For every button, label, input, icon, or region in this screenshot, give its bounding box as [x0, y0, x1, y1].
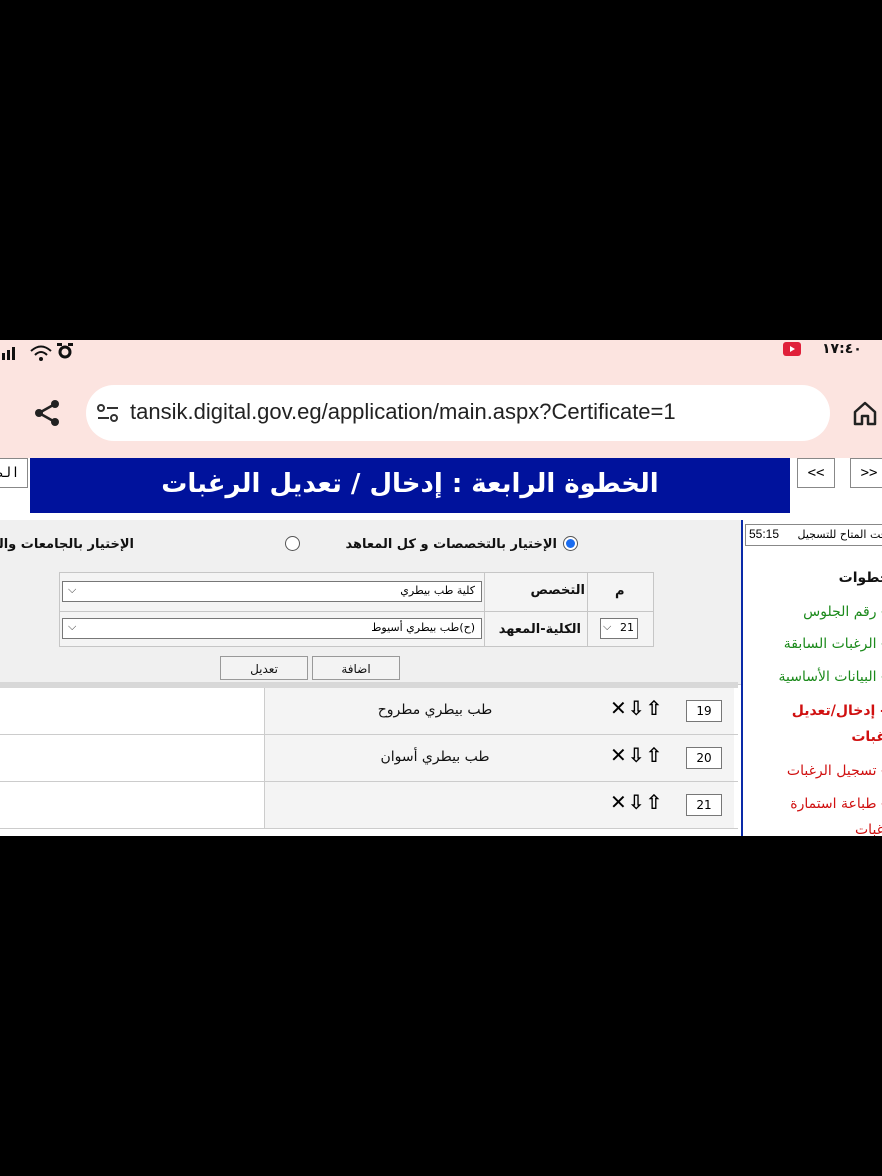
- step-seat-number[interactable]: - رقم الجلوس: [803, 604, 882, 620]
- radio-by-specialization-label[interactable]: الإختيار بالتخصصات و كل المعاهد: [345, 537, 557, 552]
- wish-name: [264, 782, 606, 828]
- radio-by-university[interactable]: [285, 536, 300, 551]
- delete-move-icons[interactable]: ✕⇩⇧: [610, 696, 663, 720]
- prev-button[interactable]: <<: [797, 458, 835, 488]
- specialization-selected-value: كلية طب بيطري: [400, 584, 475, 597]
- row-controls: ✕⇩⇧: [604, 782, 679, 828]
- timer-label: قت المتاح للتسجيل: [797, 528, 882, 541]
- row-divider: [0, 828, 738, 829]
- wifi-icon: [30, 344, 52, 362]
- faculty-header-cell: الكلية-المعهد: [484, 611, 588, 647]
- faculty-header: الكلية-المعهد: [498, 622, 581, 637]
- site-settings-icon[interactable]: [96, 403, 120, 423]
- specialization-select[interactable]: كلية طب بيطري ⌵: [62, 581, 482, 602]
- step-basic-data[interactable]: - البيانات الأساسية: [779, 669, 882, 685]
- row-number-cell: 21: [678, 782, 734, 828]
- row-number-cell: 20: [678, 735, 734, 781]
- chevron-down-icon: ⌵: [68, 620, 77, 633]
- edit-button[interactable]: تعديل: [220, 656, 308, 680]
- table-row: طب بيطري مطروح ✕⇩⇧ 19: [0, 688, 738, 734]
- steps-heading: خطوات: [838, 570, 882, 586]
- index-select-cell: 21 ⌵: [587, 611, 654, 647]
- table-row: ✕⇩⇧ 21: [0, 782, 738, 828]
- table-cell-empty: [0, 782, 264, 828]
- table-row: طب بيطري أسوان ✕⇩⇧ 20: [0, 735, 738, 781]
- delete-move-icons[interactable]: ✕⇩⇧: [610, 790, 663, 814]
- row-number: 20: [686, 747, 722, 769]
- row-controls: ✕⇩⇧: [604, 688, 679, 734]
- step-edit-wishes-line2[interactable]: رغبات: [851, 729, 882, 745]
- wish-entry-form: الإختيار بالتخصصات و كل المعاهد الإختيار…: [0, 520, 742, 685]
- clock-time: ١٧:٤٠: [822, 341, 862, 357]
- next-button[interactable]: >>: [850, 458, 882, 488]
- step-print-form[interactable]: - طباعة استمارة: [790, 796, 882, 812]
- step-edit-wishes[interactable]: - إدخال/تعديل: [792, 703, 882, 719]
- step-print-form-line2[interactable]: غبات: [855, 822, 882, 836]
- address-bar[interactable]: tansik.digital.gov.eg/application/main.a…: [86, 385, 830, 441]
- chevron-down-icon: ⌵: [68, 583, 77, 596]
- chevron-down-icon: ⌵: [603, 620, 612, 633]
- faculty-select[interactable]: (ح)طب بيطري أسيوط ⌵: [62, 618, 482, 639]
- faculty-select-cell: (ح)طب بيطري أسيوط ⌵: [59, 611, 485, 647]
- youtube-notification-icon: [783, 342, 801, 356]
- wish-name: طب بيطري مطروح: [264, 688, 606, 734]
- alarm-icon: [56, 342, 74, 360]
- radio-by-university-label[interactable]: الإختيار بالجامعات والمعاهد الجغرافية: [0, 537, 134, 552]
- wish-name: طب بيطري أسوان: [264, 735, 606, 781]
- wishes-table: طب بيطري مطروح ✕⇩⇧ 19 طب بيطري أسوان ✕⇩⇧…: [0, 682, 738, 836]
- phone-screen: ١٧:٤٠ tansik.digital.gov.eg/application/…: [0, 340, 882, 836]
- faculty-selected-value: (ح)طب بيطري أسيوط: [371, 621, 475, 634]
- row-number-cell: 19: [678, 688, 734, 734]
- home-icon[interactable]: [852, 400, 878, 426]
- step-register-wishes[interactable]: - تسجيل الرغبات: [787, 763, 882, 779]
- table-cell-empty: [0, 735, 264, 781]
- row-number: 21: [686, 794, 722, 816]
- step-title-banner: الخطوة الرابعة : إدخال / تعديل الرغبات: [30, 458, 790, 513]
- step-previous-wishes[interactable]: - الرغبات السابقة: [784, 636, 882, 652]
- browser-toolbar: tansik.digital.gov.eg/application/main.a…: [0, 378, 882, 458]
- specialization-header: التخصص: [530, 583, 585, 598]
- steps-sidebar: قت المتاح للتسجيل 55:15 خطوات - رقم الجل…: [741, 520, 882, 836]
- add-button[interactable]: اضافة: [312, 656, 400, 680]
- web-page: الص الخطوة الرابعة : إدخال / تعديل الرغب…: [0, 458, 882, 836]
- left-edge-button[interactable]: الص: [0, 458, 28, 488]
- timer-value: 55:15: [749, 527, 780, 541]
- index-header-cell: م: [587, 572, 654, 612]
- index-selected-value: 21: [620, 621, 634, 634]
- signal-icon: [2, 346, 20, 360]
- timer-box: قت المتاح للتسجيل 55:15: [745, 524, 882, 546]
- status-bar: ١٧:٤٠: [0, 340, 882, 378]
- row-number: 19: [686, 700, 722, 722]
- table-cell-empty: [0, 688, 264, 734]
- index-select[interactable]: 21 ⌵: [600, 618, 638, 639]
- specialization-select-cell: كلية طب بيطري ⌵: [59, 572, 485, 612]
- url-text[interactable]: tansik.digital.gov.eg/application/main.a…: [130, 399, 676, 425]
- row-controls: ✕⇩⇧: [604, 735, 679, 781]
- share-icon[interactable]: [32, 398, 62, 428]
- index-header: م: [615, 584, 625, 599]
- delete-move-icons[interactable]: ✕⇩⇧: [610, 743, 663, 767]
- specialization-header-cell: التخصص: [484, 572, 588, 612]
- radio-by-specialization[interactable]: [563, 536, 578, 551]
